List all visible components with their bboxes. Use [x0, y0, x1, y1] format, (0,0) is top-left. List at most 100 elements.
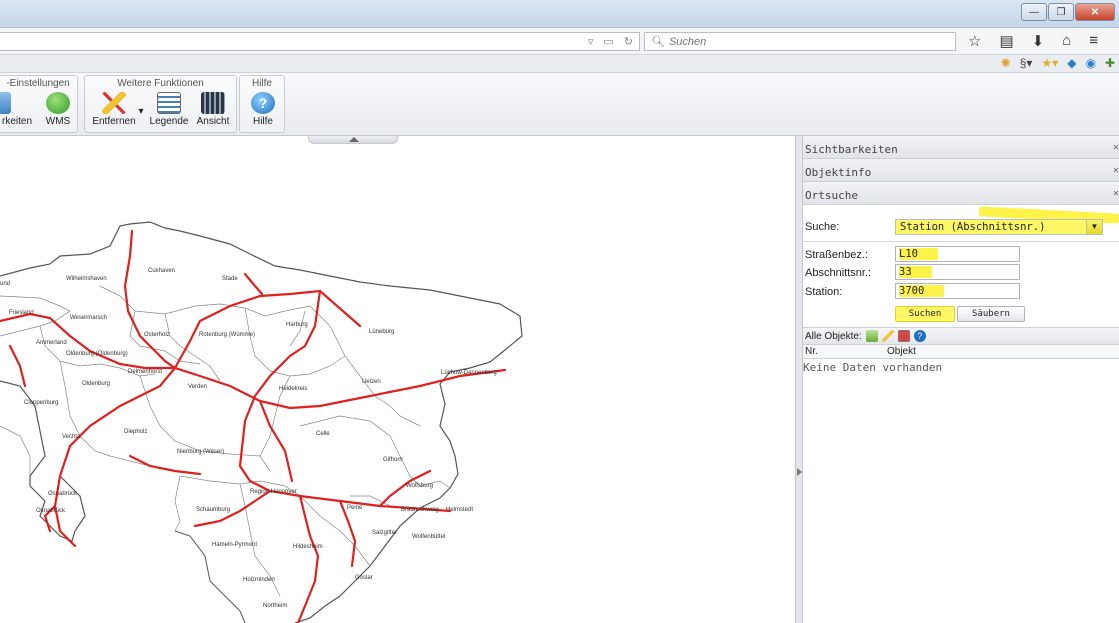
- entfernen-dropdown[interactable]: ▾: [137, 106, 145, 117]
- star-extension-icon[interactable]: ★▾: [1041, 56, 1058, 70]
- station-label: Station:: [805, 286, 843, 298]
- help-extension-icon[interactable]: ◉: [1085, 56, 1095, 70]
- saubern-button[interactable]: Säubern: [957, 306, 1025, 322]
- help-icon[interactable]: ?: [913, 330, 926, 342]
- dropdown-arrow-icon[interactable]: ▿: [588, 35, 594, 48]
- map-label: Oldenburg (Oldenburg): [66, 351, 128, 357]
- ansicht-tool[interactable]: Ansicht: [193, 92, 233, 127]
- map-label: Helmstedt: [446, 507, 474, 513]
- search-icon: 🔍︎: [651, 36, 665, 48]
- window-controls: — ❐ ✕: [1021, 3, 1115, 21]
- map-label: Ammerland: [36, 340, 67, 346]
- map-label: Uelzen: [362, 379, 381, 385]
- map-label: Delmenhorst: [128, 369, 163, 375]
- map-label: Oldenburg: [82, 381, 111, 387]
- map-label: Wilhelmshaven: [66, 276, 107, 282]
- sichtbarkeiten-tool[interactable]: rkeiten: [0, 92, 35, 127]
- map-label: Region Hannover: [250, 489, 297, 495]
- map-label: Braunschweig: [401, 507, 439, 513]
- search-mode-label: Suche:: [805, 221, 840, 233]
- visibility-icon: [0, 92, 11, 114]
- map-label: Nienburg (Weser): [177, 449, 225, 455]
- browser-navbar: ▿ ▭ ↻ 🔍︎ ☆ ▤ ⬇ ⌂ ≡: [0, 28, 1119, 55]
- map-label: Goslar: [355, 575, 373, 581]
- station-input[interactable]: 3700: [895, 283, 1020, 299]
- section-objektinfo[interactable]: Objektinfo ✕: [803, 159, 1119, 182]
- maximize-button[interactable]: ❐: [1048, 3, 1074, 21]
- section-ortsuche[interactable]: Ortsuche ✕: [803, 182, 1119, 205]
- chevron-down-icon[interactable]: ▼: [1086, 220, 1102, 234]
- section-sichtbarkeiten[interactable]: Sichtbarkeiten ✕: [803, 136, 1119, 159]
- menu-icon[interactable]: ≡: [1089, 32, 1098, 50]
- map-label: Northeim: [263, 603, 288, 609]
- objects-grid-header: Nr. Objekt: [803, 345, 1119, 359]
- group-hilfe: Hilfe ? Hilfe: [239, 75, 285, 133]
- state-boundary: [0, 221, 523, 623]
- close-window-button[interactable]: ✕: [1075, 3, 1115, 21]
- map-label: Salzgitter: [372, 530, 398, 536]
- close-icon[interactable]: ✕: [1113, 188, 1119, 199]
- reader-view-icon[interactable]: ▭: [603, 35, 613, 48]
- browser-search-box[interactable]: 🔍︎: [644, 32, 956, 51]
- map-label: Harburg: [286, 322, 308, 328]
- abschnitt-label: Abschnittsnr.:: [805, 267, 872, 279]
- suchen-button[interactable]: Suchen: [895, 306, 955, 322]
- strasse-input[interactable]: L10: [895, 246, 1020, 262]
- map-label: Lüchow-Dannenberg: [441, 370, 497, 376]
- legende-tool[interactable]: Legende: [147, 92, 191, 127]
- map-label: Wolfsburg: [406, 483, 433, 489]
- hilfe-tool[interactable]: ? Hilfe: [246, 92, 280, 127]
- eraser-icon[interactable]: [881, 330, 894, 342]
- calculator-view-icon: [201, 92, 225, 114]
- sun-extension-icon[interactable]: ✺: [1001, 56, 1011, 70]
- map-label: Peine: [347, 505, 363, 511]
- home-icon[interactable]: ⌂: [1062, 32, 1071, 50]
- search-mode-select[interactable]: Station (Abschnittsnr.) ▼: [895, 219, 1103, 235]
- section-extension-icon[interactable]: §▾: [1020, 56, 1033, 70]
- group-weitere-funktionen: Weitere Funktionen Entfernen ▾ Legende A…: [84, 75, 237, 133]
- divider: [803, 241, 1119, 242]
- map-label: Wolfenbüttel: [412, 534, 446, 540]
- entfernen-tool[interactable]: Entfernen: [89, 92, 139, 127]
- side-panel: Sichtbarkeiten ✕ Objektinfo ✕ Ortsuche ✕…: [803, 136, 1119, 623]
- puzzle-extension-icon[interactable]: ✚: [1105, 56, 1115, 70]
- map-label: Cuxhaven: [148, 268, 176, 274]
- map-label: Rotenburg (Wümme): [199, 332, 256, 338]
- map-label: Hameln-Pyrmont: [212, 542, 258, 548]
- column-nr[interactable]: Nr.: [805, 346, 818, 357]
- map-label: Holzminden: [243, 577, 275, 583]
- panel-splitter[interactable]: [795, 136, 803, 623]
- map-label: Schaumburg: [196, 507, 231, 513]
- map-label: Diepholz: [124, 429, 148, 435]
- diamond-extension-icon[interactable]: ◆: [1067, 56, 1076, 70]
- map-label: Wesermarsch: [70, 315, 107, 321]
- strasse-label: Straßenbez.:: [805, 249, 868, 261]
- bookmark-star-icon[interactable]: ☆: [968, 32, 981, 50]
- map-label: Gifhorn: [383, 457, 403, 463]
- map-view[interactable]: und Wesermarsch Wilhelmshaven Cuxhaven S…: [0, 136, 795, 623]
- browser-search-input[interactable]: [668, 35, 939, 48]
- url-bar[interactable]: ▿ ▭ ↻: [0, 32, 640, 51]
- help-icon: ?: [251, 92, 275, 114]
- wms-tool[interactable]: WMS: [41, 92, 75, 127]
- export-icon[interactable]: [865, 330, 878, 342]
- map-label: Celle: [316, 431, 330, 437]
- abschnitt-input[interactable]: 33: [895, 264, 1020, 280]
- reload-icon[interactable]: ↻: [624, 35, 633, 48]
- close-icon[interactable]: ✕: [1113, 142, 1119, 153]
- objects-label: Alle Objekte:: [805, 330, 862, 342]
- objects-toolbar: Alle Objekte: ?: [803, 327, 1119, 345]
- delete-list-icon[interactable]: [897, 330, 910, 342]
- map-canvas: [0, 221, 523, 623]
- close-icon[interactable]: ✕: [1113, 165, 1119, 176]
- map-label: Osterholz: [144, 332, 170, 338]
- minimize-button[interactable]: —: [1021, 3, 1047, 21]
- map-label: Stade: [222, 276, 238, 282]
- globe-add-icon: [46, 92, 70, 114]
- group-einstellungen: -Einstellungen rkeiten WMS: [0, 75, 78, 133]
- bookmarks-list-icon[interactable]: ▤: [999, 32, 1013, 50]
- column-objekt[interactable]: Objekt: [887, 346, 916, 357]
- map-label: Osnabrück: [48, 491, 78, 497]
- window-titlebar: — ❐ ✕: [0, 0, 1119, 28]
- download-icon[interactable]: ⬇: [1032, 32, 1045, 50]
